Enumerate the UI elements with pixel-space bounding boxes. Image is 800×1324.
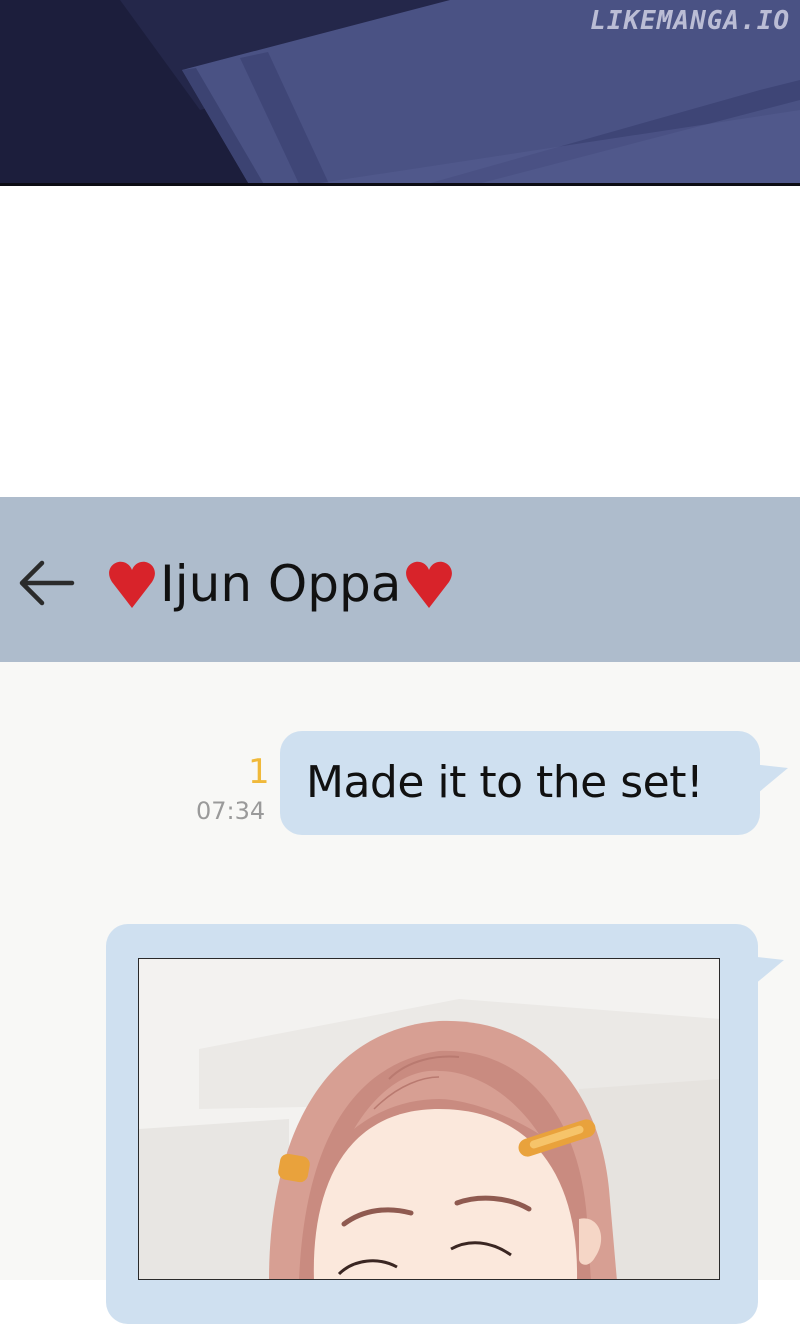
message-bubble[interactable]: Made it to the set! bbox=[280, 731, 760, 835]
bubble-tail bbox=[748, 956, 784, 990]
watermark-text: LIKEMANGA.IO bbox=[590, 6, 790, 36]
heart-icon bbox=[403, 558, 455, 610]
contact-name: Ijun Oppa bbox=[160, 555, 402, 613]
unread-count: 1 bbox=[248, 752, 270, 792]
photo-illustration bbox=[139, 959, 719, 1279]
heart-icon bbox=[106, 558, 158, 610]
message-text: Made it to the set! bbox=[306, 757, 704, 808]
chat-title: Ijun Oppa bbox=[106, 544, 455, 624]
message-time: 07:34 bbox=[196, 797, 266, 825]
photo-attachment[interactable] bbox=[138, 958, 720, 1280]
bubble-tail bbox=[752, 764, 788, 798]
panel-gutter bbox=[0, 186, 800, 497]
manga-panel-top: LIKEMANGA.IO bbox=[0, 0, 800, 186]
arrow-left-icon[interactable] bbox=[14, 555, 78, 611]
